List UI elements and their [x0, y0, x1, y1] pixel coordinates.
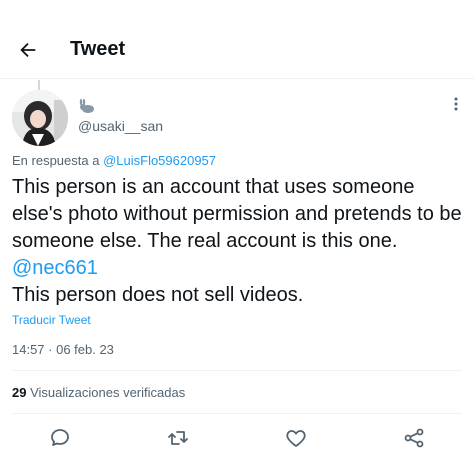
reply-context: En respuesta a @LuisFlo59620957 [12, 153, 216, 168]
divider [12, 413, 462, 414]
divider [12, 370, 462, 371]
tweet-text-line: This person is an account that uses some… [12, 176, 462, 252]
reply-icon[interactable] [48, 426, 72, 450]
action-bar [0, 422, 474, 454]
views-number: 29 [12, 385, 27, 400]
header: Tweet [0, 0, 474, 79]
rabbit-icon [78, 98, 96, 114]
reply-to-link[interactable]: @LuisFlo59620957 [103, 153, 216, 168]
tweet-text: This person is an account that uses some… [12, 174, 468, 309]
page-title: Tweet [70, 38, 126, 60]
retweet-icon[interactable] [166, 426, 190, 450]
share-icon[interactable] [402, 426, 426, 450]
back-arrow-icon[interactable] [12, 34, 44, 66]
more-icon[interactable] [448, 96, 464, 112]
user-handle[interactable]: @usaki__san [78, 118, 163, 134]
tweet-text-line: This person does not sell videos. [12, 284, 304, 306]
avatar[interactable] [12, 90, 68, 146]
timestamp[interactable]: 14:57 · 06 feb. 23 [12, 342, 114, 357]
heart-icon[interactable] [284, 426, 308, 450]
thread-line [38, 80, 40, 90]
translate-link[interactable]: Traducir Tweet [12, 313, 91, 327]
mention-link[interactable]: @nec661 [12, 257, 98, 279]
views-count[interactable]: 29 Visualizaciones verificadas [12, 385, 185, 400]
views-label: Visualizaciones verificadas [30, 385, 186, 400]
reply-prefix: En respuesta a [12, 153, 100, 168]
